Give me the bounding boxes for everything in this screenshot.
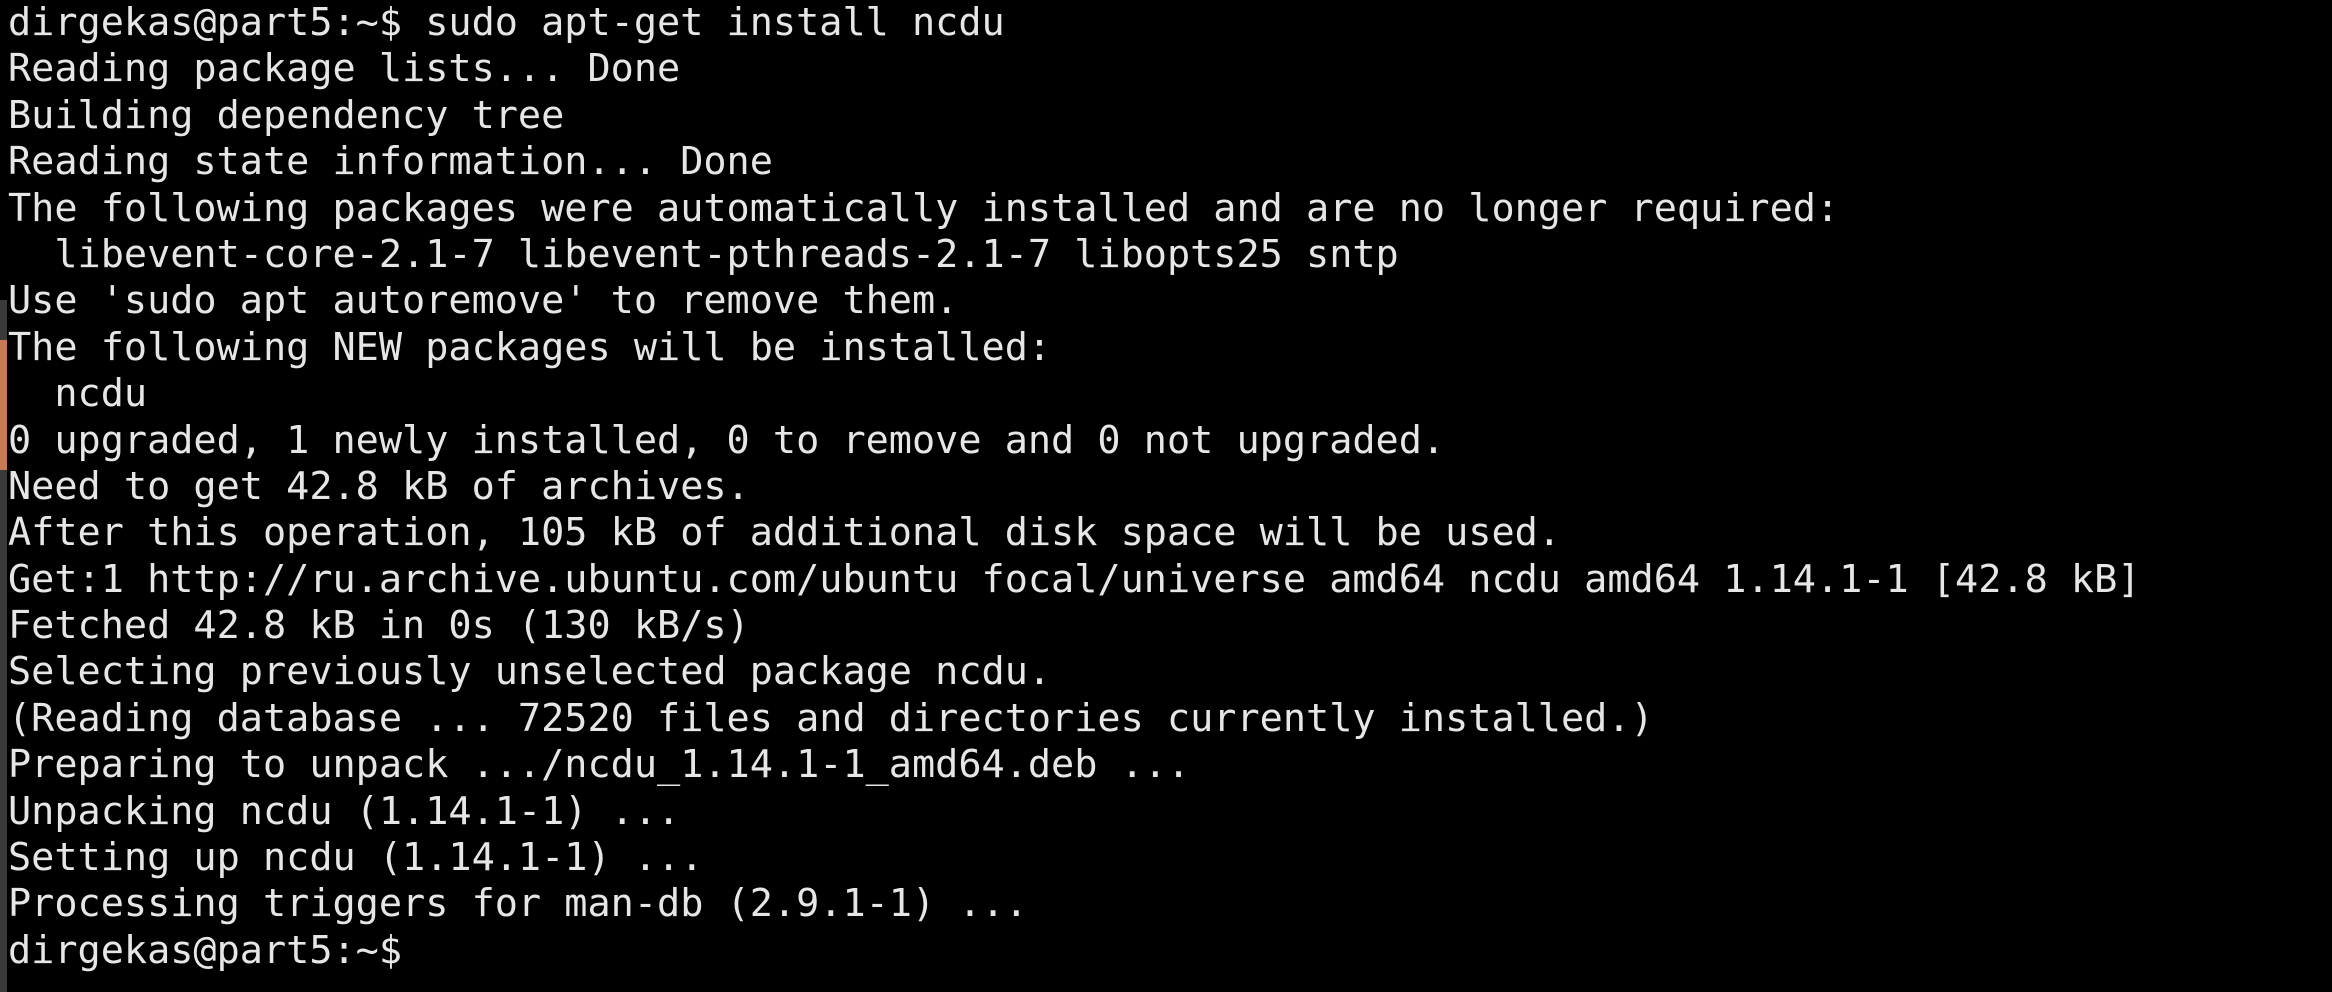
output-line: (Reading database ... 72520 files and di… bbox=[8, 695, 1654, 741]
output-line: The following packages were automaticall… bbox=[8, 185, 1840, 231]
output-line: 0 upgraded, 1 newly installed, 0 to remo… bbox=[8, 417, 1446, 463]
output-line: Unpacking ncdu (1.14.1-1) ... bbox=[8, 788, 681, 834]
output-line: Preparing to unpack .../ncdu_1.14.1-1_am… bbox=[8, 742, 1191, 788]
output-line: Get:1 http://ru.archive.ubuntu.com/ubunt… bbox=[8, 556, 2141, 602]
output-line: Selecting previously unselected package … bbox=[8, 649, 1052, 695]
output-line: Use 'sudo apt autoremove' to remove them… bbox=[8, 278, 959, 324]
output-line: The following NEW packages will be insta… bbox=[8, 324, 1052, 370]
output-line: Reading package lists... Done bbox=[8, 46, 681, 92]
output-line: libevent-core-2.1-7 libevent-pthreads-2.… bbox=[8, 231, 1399, 277]
shell-prompt[interactable]: dirgekas@part5:~$ bbox=[8, 928, 2332, 974]
window-edge bbox=[0, 300, 7, 992]
terminal-window[interactable]: dirgekas@part5:~$ sudo apt-get install n… bbox=[0, 0, 2332, 992]
output-line: Reading state information... Done bbox=[8, 139, 773, 185]
terminal-output[interactable]: dirgekas@part5:~$ sudo apt-get install n… bbox=[8, 0, 2332, 992]
output-line: ncdu bbox=[8, 371, 148, 417]
window-edge-accent bbox=[0, 340, 7, 470]
output-line: Setting up ncdu (1.14.1-1) ... bbox=[8, 835, 704, 881]
output-line: Processing triggers for man-db (2.9.1-1)… bbox=[8, 881, 1028, 927]
output-line: After this operation, 105 kB of addition… bbox=[8, 510, 1561, 556]
command-line: dirgekas@part5:~$ sudo apt-get install n… bbox=[8, 0, 1005, 45]
output-line: Fetched 42.8 kB in 0s (130 kB/s) bbox=[8, 603, 750, 649]
output-line: Building dependency tree bbox=[8, 92, 565, 138]
output-line: Need to get 42.8 kB of archives. bbox=[8, 463, 750, 509]
